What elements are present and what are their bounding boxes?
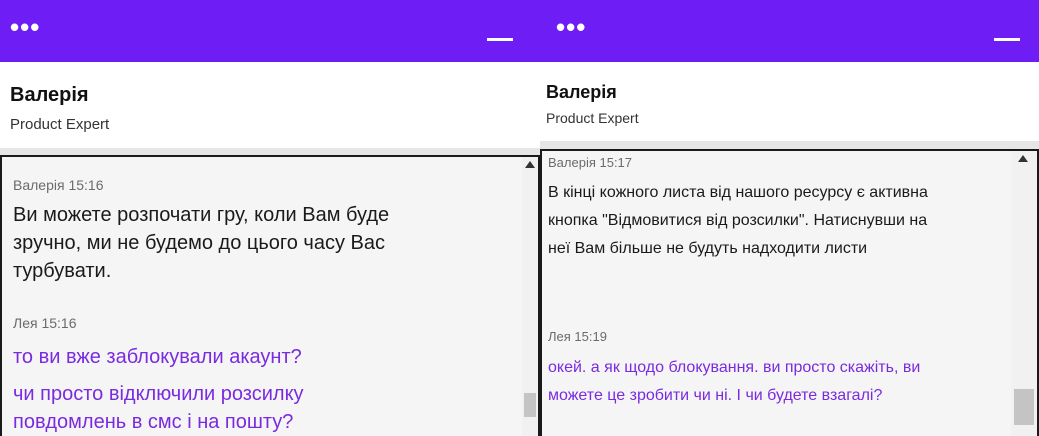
header-divider: [540, 141, 1039, 149]
message-list[interactable]: Валерія 15:17 В кінці кожного листа від …: [540, 149, 1039, 436]
message-meta: Лея 15:16: [13, 315, 77, 331]
agent-role: Product Expert: [546, 110, 639, 126]
scroll-thumb[interactable]: [524, 393, 536, 417]
chat-header-bar: •••: [540, 0, 1039, 62]
agent-name: Валерія: [10, 84, 89, 106]
minimize-icon[interactable]: [487, 38, 513, 41]
agent-name: Валерія: [546, 82, 617, 102]
user-message: то ви вже заблокували акаунт?: [13, 346, 302, 368]
message-meta: Валерія 15:16: [13, 177, 104, 193]
chat-window-right: ••• Валерія Product Expert Валерія 15:17…: [540, 0, 1039, 436]
agent-role: Product Expert: [10, 116, 110, 133]
more-icon[interactable]: •••: [10, 14, 40, 40]
user-message: чи просто відключили розсилку повдомлень…: [13, 383, 304, 433]
chat-window-left: ••• Валерія Product Expert Валерія 15:16…: [0, 0, 540, 436]
chat-scrollbar[interactable]: [1011, 151, 1037, 436]
header-divider: [0, 148, 540, 155]
scroll-up-icon[interactable]: [1018, 155, 1028, 162]
more-icon[interactable]: •••: [556, 14, 586, 40]
message-list[interactable]: Валерія 15:16 Ви можете розпочати гру, к…: [0, 155, 540, 436]
message-meta: Лея 15:19: [548, 329, 607, 344]
scroll-up-icon[interactable]: [525, 161, 535, 168]
chat-header-bar: •••: [0, 0, 540, 62]
chat-scrollbar[interactable]: [522, 157, 538, 436]
agent-message: Ви можете розпочати гру, коли Вам буде з…: [13, 204, 390, 282]
minimize-icon[interactable]: [994, 38, 1020, 41]
message-meta: Валерія 15:17: [548, 155, 633, 170]
user-message: окей. а як щодо блокування. ви просто ск…: [548, 359, 921, 404]
scroll-thumb[interactable]: [1014, 389, 1034, 425]
agent-message: В кінці кожного листа від нашого ресурсу…: [548, 184, 928, 257]
